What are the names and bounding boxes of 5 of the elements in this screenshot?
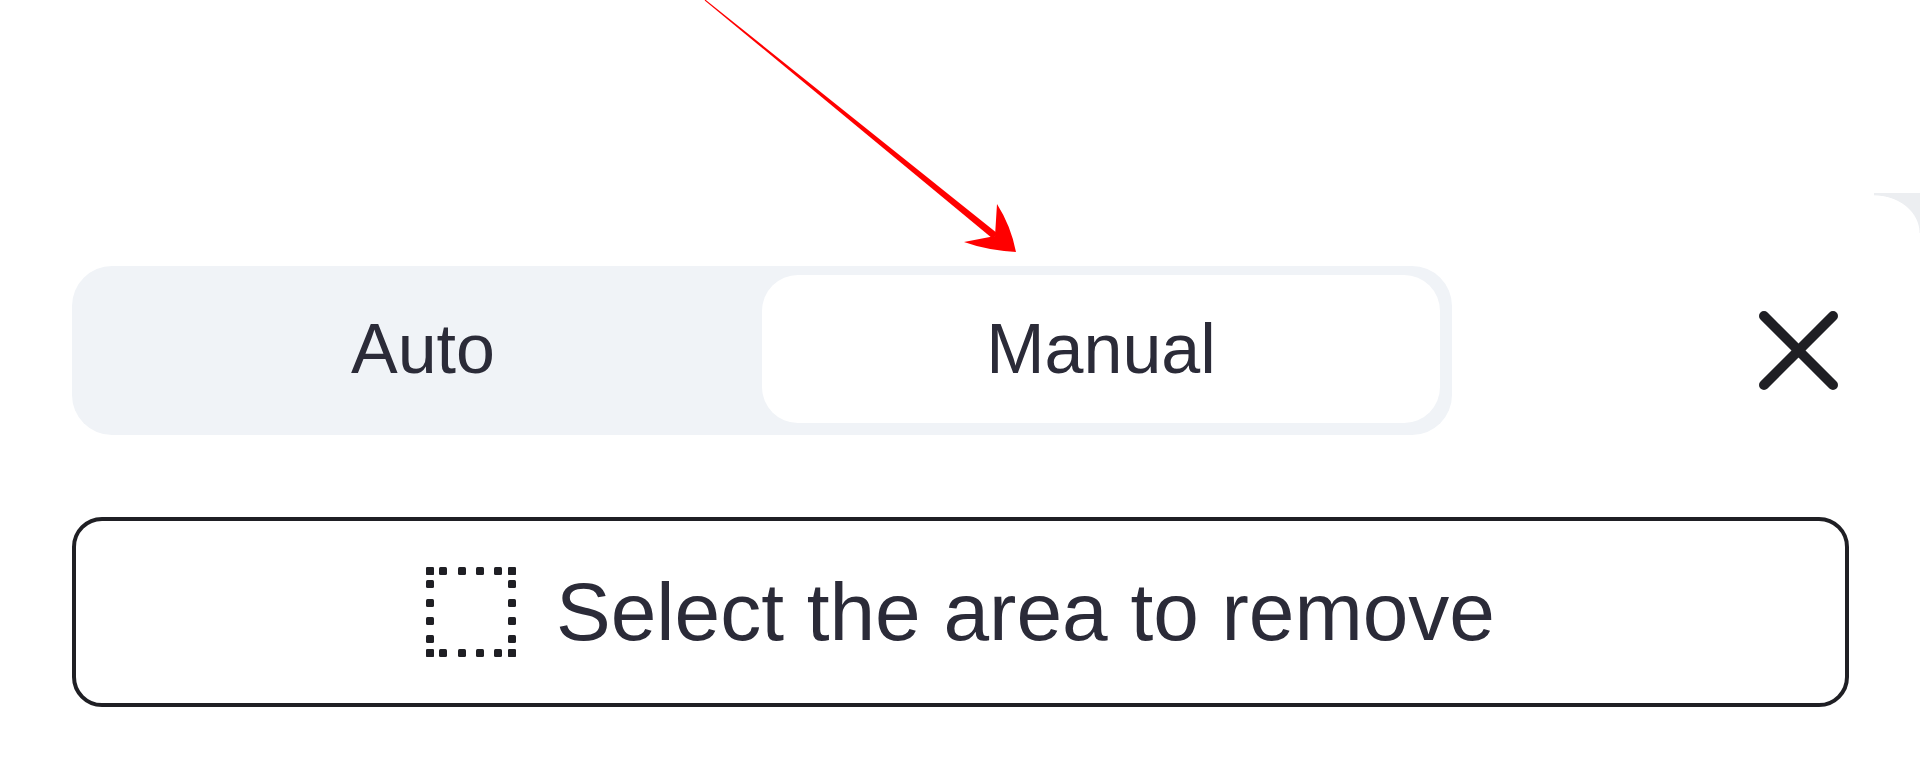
- close-icon: [1758, 311, 1838, 390]
- select-area-button[interactable]: Select the area to remove: [72, 517, 1849, 707]
- mode-tab[interactable]: Manual: [762, 275, 1440, 423]
- mode-tab[interactable]: Auto: [84, 275, 762, 423]
- dotted-square-icon: [426, 567, 516, 657]
